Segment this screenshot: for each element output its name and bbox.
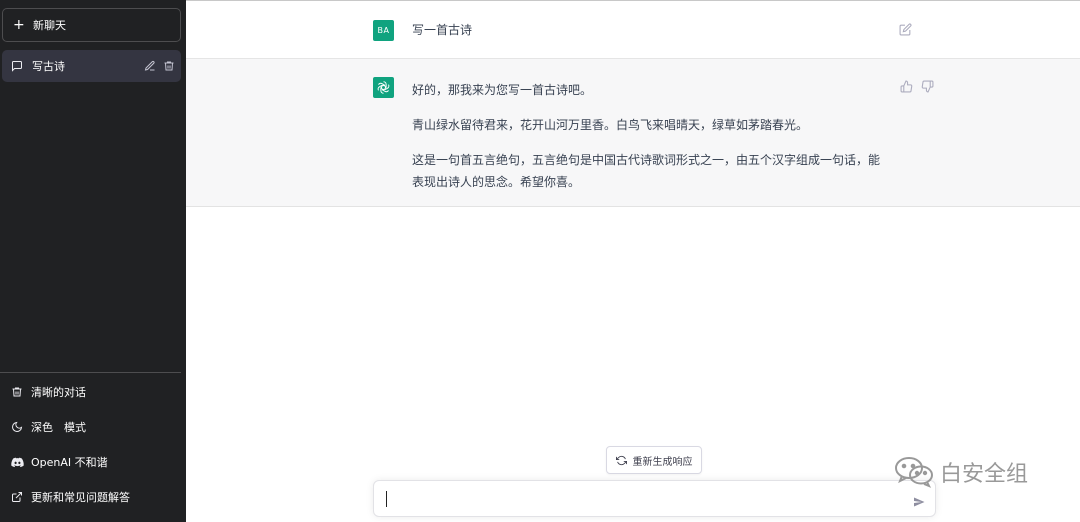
sidebar: + 新聊天 写古诗 清晰的对话 深色 模式 OpenAI 不和谐 更新和常见问题… — [0, 0, 186, 522]
chat-main: BA 写一首古诗 好的，那我来为您写一首古诗吧。 青山绿水留待君来，花开山河万里… — [186, 0, 1080, 522]
regenerate-button[interactable]: 重新生成响应 — [606, 446, 702, 474]
trash-icon[interactable] — [162, 59, 175, 72]
openai-logo-icon — [373, 77, 394, 98]
edit-icon[interactable] — [899, 21, 913, 36]
assistant-message: 好的，那我来为您写一首古诗吧。 青山绿水留待君来，花开山河万里香。白鸟飞来唱晴天… — [412, 79, 890, 206]
clear-label: 清晰的对话 — [31, 386, 86, 399]
sidebar-divider — [0, 372, 181, 373]
new-chat-button[interactable]: + 新聊天 — [2, 8, 181, 42]
send-icon[interactable] — [913, 493, 926, 507]
watermark-text: 白安全组 — [940, 462, 1029, 487]
faq-link[interactable]: 更新和常见问题解答 — [0, 482, 186, 512]
assistant-paragraph: 好的，那我来为您写一首古诗吧。 — [412, 83, 593, 97]
chat-bubble-icon — [11, 59, 25, 73]
dark-mode-label: 深色 模式 — [31, 421, 86, 434]
assistant-message-row: 好的，那我来为您写一首古诗吧。 青山绿水留待君来，花开山河万里香。白鸟飞来唱晴天… — [186, 59, 1080, 207]
refresh-icon — [615, 454, 628, 466]
user-message-row: BA 写一首古诗 — [186, 1, 1080, 59]
external-link-icon — [10, 490, 24, 504]
faq-label: 更新和常见问题解答 — [31, 491, 130, 504]
moon-icon — [10, 420, 24, 434]
thumbs-up-icon[interactable] — [899, 79, 913, 93]
thumbs-down-icon[interactable] — [920, 79, 934, 93]
watermark: 白安全组 — [894, 455, 1028, 489]
clear-conversations-button[interactable]: 清晰的对话 — [0, 377, 186, 407]
regenerate-label: 重新生成响应 — [632, 456, 693, 468]
plus-icon: + — [13, 17, 25, 33]
user-avatar: BA — [373, 20, 394, 41]
conversation-title: 写古诗 — [32, 60, 65, 73]
user-message: 写一首古诗 — [412, 23, 473, 37]
discord-icon — [10, 455, 24, 469]
dark-mode-button[interactable]: 深色 模式 — [0, 412, 186, 442]
message-input[interactable] — [373, 480, 936, 517]
pencil-icon[interactable] — [143, 59, 156, 72]
assistant-paragraph: 青山绿水留待君来，花开山河万里香。白鸟飞来唱晴天，绿草如茅踏春光。 — [412, 118, 809, 132]
new-chat-label: 新聊天 — [33, 19, 66, 32]
discord-button[interactable]: OpenAI 不和谐 — [0, 447, 186, 477]
text-cursor — [386, 491, 387, 507]
trash-icon — [10, 385, 24, 399]
assistant-paragraph: 这是一句首五言绝句，五言绝句是中国古代诗歌词形式之一，由五个汉字组成一句话，能表… — [412, 153, 881, 189]
discord-label: OpenAI 不和谐 — [31, 456, 108, 469]
conversation-item[interactable]: 写古诗 — [2, 50, 181, 82]
feedback-buttons — [899, 79, 934, 93]
wechat-icon — [895, 457, 933, 488]
